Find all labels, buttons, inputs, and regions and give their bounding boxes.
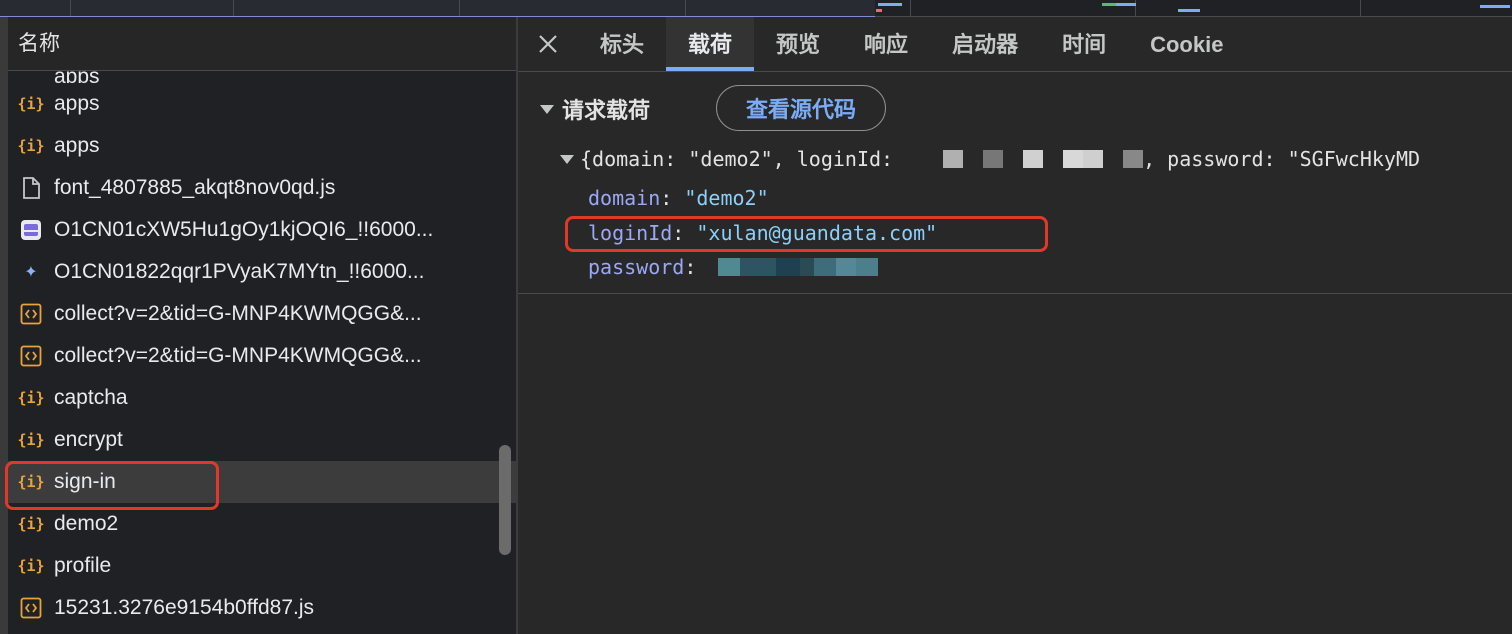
redacted-block: [836, 258, 857, 276]
json-icon: {i}: [17, 137, 45, 155]
redacted-block: [776, 258, 801, 276]
tab-response[interactable]: 响应: [842, 17, 930, 71]
tab-headers[interactable]: 标头: [578, 17, 666, 71]
json-icon: {i}: [17, 515, 45, 533]
timeline-tick: [459, 0, 460, 16]
payload-summary-row[interactable]: {domain: "demo2", loginId: , password: "…: [560, 147, 1420, 171]
code-icon: [18, 343, 44, 369]
close-detail-button[interactable]: [518, 17, 578, 71]
highlight-box-loginid: [565, 216, 1048, 252]
payload-field-password[interactable]: password:: [588, 255, 879, 279]
expand-triangle-icon: [560, 154, 574, 164]
network-timeline[interactable]: [0, 0, 1512, 17]
request-row[interactable]: {i} captcha: [8, 377, 516, 419]
request-name: O1CN01cXW5Hu1gOy1kjOQI6_!!6000...: [54, 218, 434, 241]
payload-summary-suffix: , password: "SGFwcHkyMD: [1143, 147, 1421, 171]
request-name: 15231.3276e9154b0ffd87.js: [54, 596, 315, 619]
collapse-triangle-icon: [540, 104, 554, 114]
field-key-domain: domain: [588, 186, 661, 210]
request-row[interactable]: {i} profile: [8, 545, 516, 587]
redacted-block: [800, 258, 815, 276]
document-icon: [18, 175, 44, 201]
redacted-block: [1083, 150, 1104, 168]
redacted-block: [856, 258, 879, 276]
request-name: demo2: [54, 512, 119, 535]
json-icon: {i}: [17, 389, 45, 407]
request-row[interactable]: collect?v=2&tid=G-MNP4KWMQGG&...: [8, 335, 516, 377]
timeline-tick: [1360, 0, 1361, 16]
redacted-block: [1123, 150, 1144, 168]
left-gutter: [0, 17, 8, 634]
json-icon: {i}: [17, 95, 45, 113]
request-list-scrollbar[interactable]: [499, 445, 511, 555]
request-row[interactable]: font_4807885_akqt8nov0qd.js: [8, 167, 516, 209]
request-row[interactable]: ✦ O1CN01822qqr1PVyaK7MYtn_!!6000...: [8, 251, 516, 293]
timeline-bar: [1102, 3, 1116, 6]
request-name: collect?v=2&tid=G-MNP4KWMQGG&...: [54, 344, 422, 367]
request-row[interactable]: {i} apps: [8, 83, 516, 125]
json-icon: {i}: [17, 557, 45, 575]
json-icon: {i}: [17, 431, 45, 449]
highlight-box-sign-in: [5, 461, 219, 510]
request-name: apps: [54, 71, 100, 83]
json-icon: [18, 71, 44, 83]
timeline-tick: [70, 0, 71, 16]
request-payload-section: 请求载荷 查看源代码 {domain: "demo2", loginId: , …: [518, 71, 1512, 294]
request-name: O1CN01822qqr1PVyaK7MYtn_!!6000...: [54, 260, 425, 283]
redacted-block: [943, 150, 964, 168]
view-source-button[interactable]: 查看源代码: [716, 85, 886, 131]
column-header-name[interactable]: 名称: [8, 17, 516, 71]
code-icon: [18, 595, 44, 621]
timeline-bar: [1178, 9, 1200, 12]
request-row[interactable]: {i} encrypt: [8, 419, 516, 461]
image-icon: [18, 217, 44, 243]
request-name: font_4807885_akqt8nov0qd.js: [54, 176, 336, 199]
payload-section-toggle[interactable]: 请求载荷: [540, 93, 650, 125]
redacted-block: [983, 150, 1004, 168]
redacted-block: [814, 258, 837, 276]
tab-cookies[interactable]: Cookie: [1128, 17, 1245, 71]
timeline-bar: [1116, 3, 1136, 6]
request-list: apps {i} apps {i} apps font_4807885_akqt8nov0…: [8, 71, 516, 629]
request-row-partial[interactable]: apps: [8, 71, 516, 83]
request-row[interactable]: O1CN01cXW5Hu1gOy1kjOQI6_!!6000...: [8, 209, 516, 251]
timeline-tick: [233, 0, 234, 16]
timeline-selection[interactable]: [0, 0, 875, 17]
request-name: apps: [54, 134, 100, 157]
request-list-panel: 名称 apps {i} apps {i} apps font_4807885_akqt8n…: [8, 17, 516, 634]
redacted-block: [1023, 150, 1044, 168]
detail-tabs: 标头 载荷 预览 响应 启动器 时间 Cookie: [518, 17, 1512, 72]
timeline-tick: [685, 0, 686, 16]
request-name: collect?v=2&tid=G-MNP4KWMQGG&...: [54, 302, 422, 325]
request-name: encrypt: [54, 428, 123, 451]
redacted-block: [1063, 150, 1084, 168]
timeline-bar: [1480, 5, 1510, 8]
field-key-password: password: [588, 255, 685, 279]
field-colon: :: [684, 255, 697, 279]
redacted-block: [718, 258, 741, 276]
payload-summary-prefix: {domain: "demo2", loginId:: [580, 147, 894, 171]
request-row[interactable]: 15231.3276e9154b0ffd87.js: [8, 587, 516, 629]
code-icon: [18, 301, 44, 327]
timeline-bar: [876, 9, 882, 12]
star-icon: ✦: [24, 264, 38, 281]
field-colon: :: [660, 186, 685, 210]
field-value-domain: "demo2": [684, 186, 769, 210]
tab-payload[interactable]: 载荷: [666, 17, 755, 71]
request-detail-panel: 标头 载荷 预览 响应 启动器 时间 Cookie 请求载荷 查看源代码 {do…: [518, 17, 1512, 634]
tab-initiator[interactable]: 启动器: [930, 17, 1040, 71]
timeline-tick: [910, 0, 911, 16]
close-icon: [539, 35, 557, 53]
payload-section-title: 请求载荷: [562, 98, 651, 123]
request-name: profile: [54, 554, 112, 577]
tab-preview[interactable]: 预览: [754, 17, 842, 71]
timeline-bar: [878, 3, 902, 6]
request-row[interactable]: collect?v=2&tid=G-MNP4KWMQGG&...: [8, 293, 516, 335]
request-name: captcha: [54, 386, 128, 409]
redacted-block: [740, 258, 777, 276]
payload-field-domain[interactable]: domain: "demo2": [588, 186, 769, 210]
request-row[interactable]: {i} apps: [8, 125, 516, 167]
tab-timing[interactable]: 时间: [1040, 17, 1128, 71]
request-name: apps: [54, 92, 100, 115]
